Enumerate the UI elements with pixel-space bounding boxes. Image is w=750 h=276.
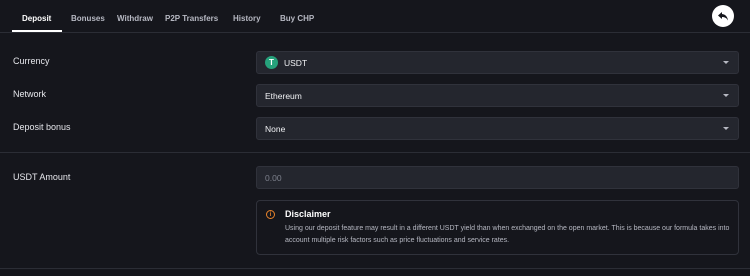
divider	[0, 152, 750, 153]
tab-deposit[interactable]: Deposit	[22, 14, 51, 23]
deposit-bonus-label: Deposit bonus	[13, 122, 71, 132]
disclaimer-text: Using our deposit feature may result in …	[285, 225, 730, 244]
currency-label: Currency	[13, 56, 50, 66]
tab-bar: Deposit Bonuses Withdraw P2P Transfers H…	[0, 0, 750, 32]
network-label: Network	[13, 89, 47, 99]
tether-icon: T	[265, 56, 278, 69]
amount-label: USDT Amount	[13, 172, 71, 182]
chevron-down-icon	[723, 127, 729, 130]
currency-value: USDT	[284, 58, 308, 68]
divider	[0, 32, 750, 33]
divider	[0, 268, 750, 269]
disclaimer-box: i Disclaimer Using our deposit feature m…	[256, 200, 739, 255]
currency-select[interactable]: T USDT	[256, 51, 739, 74]
disclaimer-title: Disclaimer	[285, 209, 331, 219]
tab-history[interactable]: History	[233, 14, 261, 23]
tab-p2p-transfers[interactable]: P2P Transfers	[165, 14, 218, 23]
chevron-down-icon	[723, 61, 729, 64]
network-select[interactable]: Ethereum	[256, 84, 739, 107]
back-button[interactable]	[712, 5, 734, 27]
chevron-down-icon	[723, 94, 729, 97]
info-icon: i	[266, 210, 275, 219]
tab-buy-chp[interactable]: Buy CHP	[280, 14, 314, 23]
deposit-bonus-value: None	[265, 124, 286, 134]
tab-withdraw[interactable]: Withdraw	[117, 14, 153, 23]
reply-arrow-icon	[718, 12, 728, 21]
deposit-bonus-select[interactable]: None	[256, 117, 739, 140]
network-value: Ethereum	[265, 91, 302, 101]
tab-bonuses[interactable]: Bonuses	[71, 14, 105, 23]
amount-field	[256, 166, 739, 189]
amount-input[interactable]	[257, 167, 738, 188]
